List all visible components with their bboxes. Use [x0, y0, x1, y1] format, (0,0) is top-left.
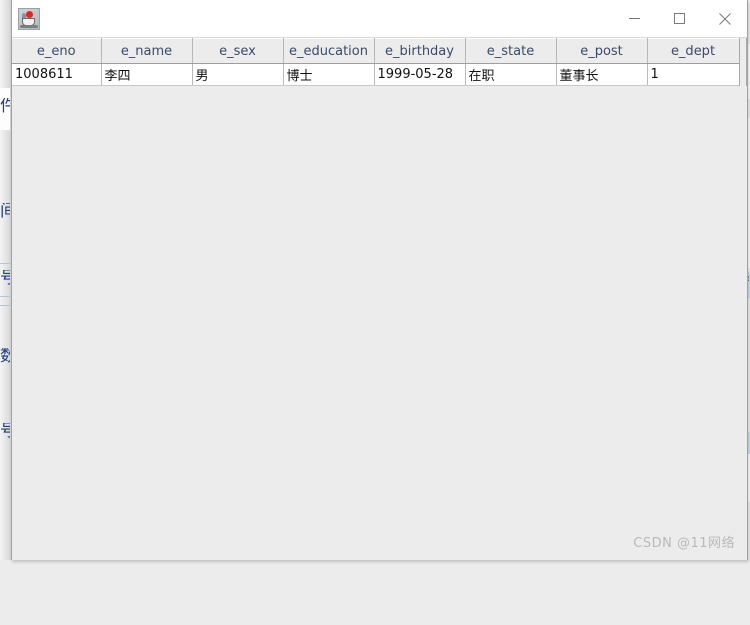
- column-header-e-dept[interactable]: e_dept: [647, 38, 740, 64]
- background-divider: [0, 305, 10, 306]
- desktop-bottom-strip: [0, 560, 750, 625]
- cell-e-education[interactable]: 博士: [283, 63, 375, 86]
- close-icon: [718, 12, 731, 25]
- column-header-e-eno[interactable]: e_eno: [12, 38, 102, 64]
- column-header-e-education[interactable]: e_education: [283, 38, 375, 64]
- table-right-gutter: [739, 38, 747, 86]
- background-text-fragment: 号: [0, 270, 10, 287]
- table-area: e_eno e_name e_sex e_education e_birthda…: [12, 38, 747, 560]
- column-header-e-sex[interactable]: e_sex: [192, 38, 284, 64]
- table-empty-viewport: [12, 86, 747, 560]
- application-window: e_eno e_name e_sex e_education e_birthda…: [11, 0, 748, 560]
- maximize-icon: [674, 13, 685, 24]
- column-header-e-state[interactable]: e_state: [465, 38, 557, 64]
- cell-e-sex[interactable]: 男: [192, 63, 284, 86]
- maximize-button[interactable]: [657, 1, 702, 37]
- cell-e-birthday[interactable]: 1999-05-28: [374, 63, 466, 86]
- background-text-fragment: 间: [0, 203, 10, 220]
- column-header-e-name[interactable]: e_name: [101, 38, 193, 64]
- background-text-fragment: 号: [0, 423, 10, 440]
- cell-e-post[interactable]: 董事长: [556, 63, 648, 86]
- employee-table[interactable]: e_eno e_name e_sex e_education e_birthda…: [12, 38, 740, 86]
- table-row[interactable]: 1008611 李四 男 博士 1999-05-28 在职 董事长 1: [12, 63, 740, 86]
- background-text-fragment: 数: [0, 348, 10, 365]
- java-coffee-cup-icon: [18, 7, 40, 30]
- cell-e-name[interactable]: 李四: [101, 63, 193, 86]
- background-divider: [0, 263, 10, 264]
- minimize-icon: [629, 18, 640, 19]
- cell-e-dept[interactable]: 1: [647, 63, 740, 86]
- background-divider: [0, 296, 10, 297]
- table-header-row: e_eno e_name e_sex e_education e_birthda…: [12, 38, 740, 64]
- cell-e-state[interactable]: 在职: [465, 63, 557, 86]
- cell-e-eno[interactable]: 1008611: [12, 63, 102, 86]
- minimize-button[interactable]: [612, 1, 657, 37]
- column-header-e-post[interactable]: e_post: [556, 38, 648, 64]
- close-button[interactable]: [702, 1, 747, 37]
- watermark: CSDN @11网络: [633, 536, 735, 551]
- background-text-fragment: 件: [0, 98, 10, 115]
- title-bar[interactable]: [12, 0, 747, 38]
- column-header-e-birthday[interactable]: e_birthday: [374, 38, 466, 64]
